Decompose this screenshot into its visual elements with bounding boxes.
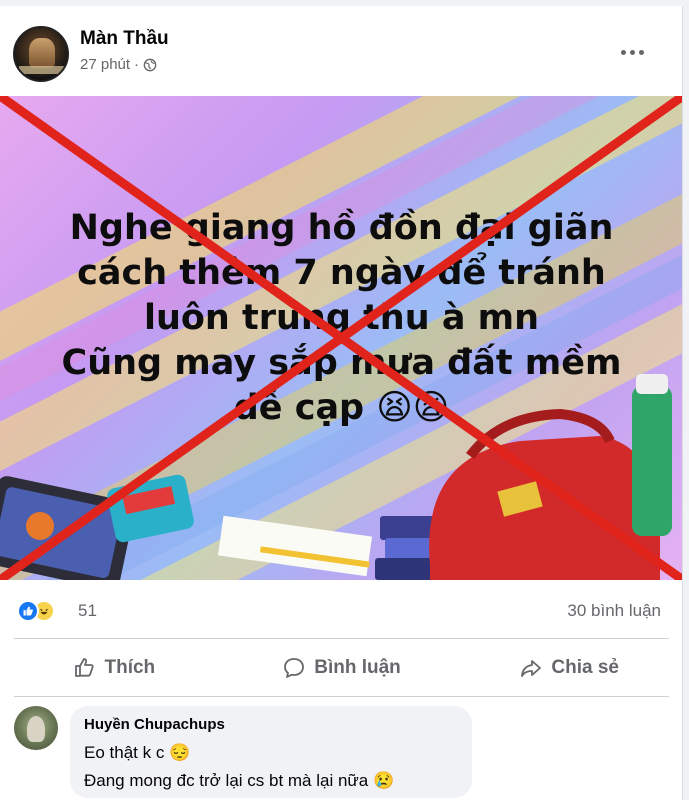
like-label: Thích [104,657,156,678]
divider [14,638,669,639]
post-actions: Thích Bình luận Chia sẻ [0,646,682,690]
like-button[interactable]: Thích [0,646,228,690]
comment-label: Bình luận [314,657,401,678]
more-options-icon[interactable] [618,42,646,62]
meta-separator: · [134,56,140,73]
post-meta: 27 phút · [80,56,157,73]
author-name[interactable]: Màn Thầu [80,28,169,50]
comment-item: Huyền Chupachups Eo thật k c 😔 Đang mong… [0,706,682,800]
comment-count[interactable]: 30 bình luận [567,601,661,621]
divider [14,696,669,697]
comment-bubble: Huyền Chupachups Eo thật k c 😔 Đang mong… [70,706,472,798]
comment-text: Eo thật k c 😔 [84,743,191,762]
like-icon [74,658,94,677]
comment-button[interactable]: Bình luận [228,646,456,690]
reaction-icons[interactable] [17,600,55,622]
reaction-count[interactable]: 51 [78,601,97,621]
share-button[interactable]: Chia sẻ [455,646,682,690]
like-reaction-icon [17,600,39,622]
post-card: Màn Thầu 27 phút · Nghe giang hồ đồn đại… [0,6,683,800]
post-header: Màn Thầu 27 phút · [0,6,682,96]
share-icon [521,660,542,677]
post-image[interactable]: Nghe giang hồ đồn đại giãn cách thêm 7 n… [0,96,682,580]
globe-icon [143,58,157,72]
commenter-avatar[interactable] [14,706,58,750]
author-avatar[interactable] [13,26,69,82]
post-time[interactable]: 27 phút [80,56,130,73]
comment-icon [284,658,305,678]
share-label: Chia sẻ [551,657,619,678]
post-stats: 51 30 bình luận [0,580,682,640]
red-cross-mark [0,96,682,580]
commenter-name[interactable]: Huyền Chupachups [84,716,458,733]
comment-text: Đang mong đc trở lại cs bt mà lại nữa 😢 [84,771,395,790]
